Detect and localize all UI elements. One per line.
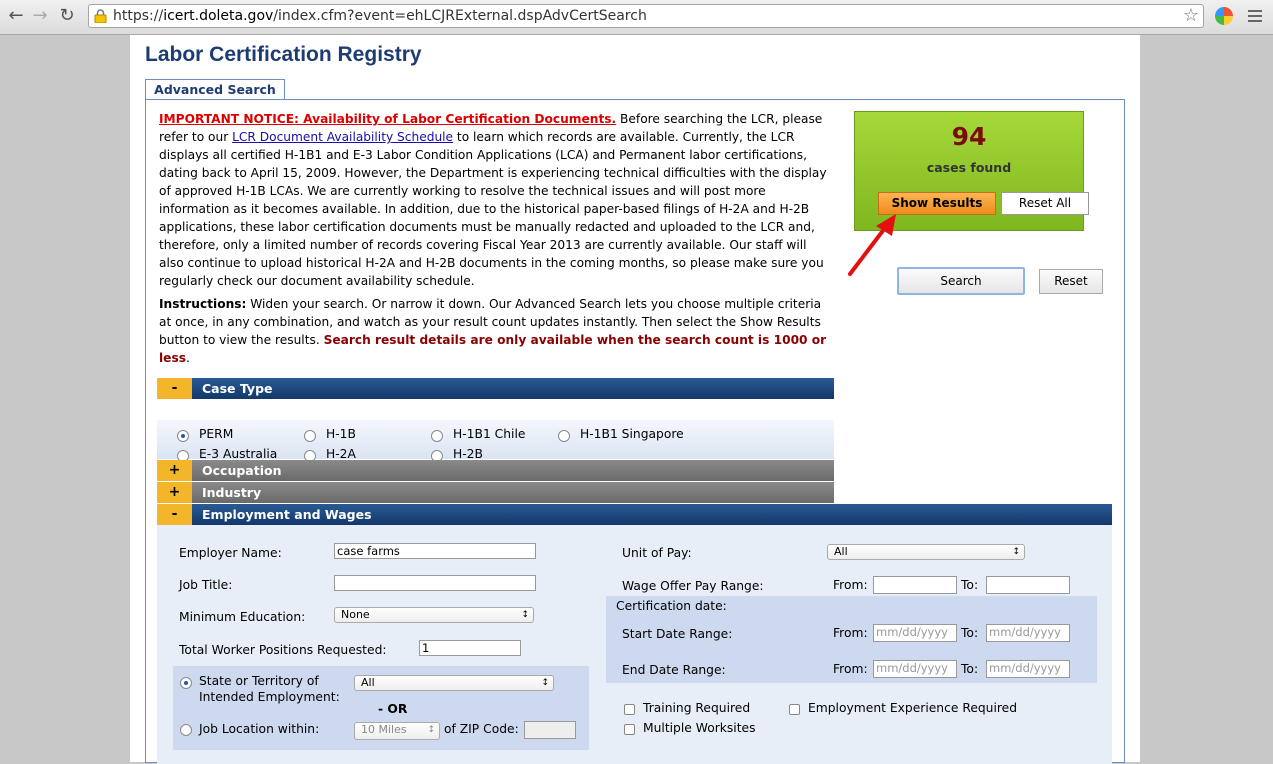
browser-toolbar: ← → ↻ https://icert.doleta.gov/index.cfm… [0, 0, 1273, 35]
employer-name-input[interactable]: case farms [334, 543, 536, 559]
radio-state-territory[interactable] [180, 677, 192, 689]
start-date-from-input[interactable]: mm/dd/yyyy [873, 624, 957, 642]
collapse-toggle[interactable]: - [157, 378, 192, 399]
address-bar[interactable]: https://icert.doleta.gov/index.cfm?event… [88, 4, 1204, 28]
job-title-label: Job Title: [179, 578, 233, 592]
min-education-label: Minimum Education: [179, 610, 306, 624]
availability-schedule-link[interactable]: LCR Document Availability Schedule [232, 130, 453, 144]
zip-code-input[interactable] [524, 721, 576, 739]
important-notice: IMPORTANT NOTICE: Availability of Labor … [159, 112, 827, 288]
browser-menu-icon[interactable] [1248, 10, 1262, 25]
red-arrow-annotation [848, 214, 896, 276]
section-case-type[interactable]: - Case Type [157, 378, 834, 399]
certification-date-box: Certification date: Start Date Range: Fr… [606, 596, 1097, 683]
wage-range-label: Wage Offer Pay Range: [622, 579, 764, 593]
unit-of-pay-label: Unit of Pay: [622, 546, 692, 560]
employment-wages-body: Employer Name: case farms Job Title: Min… [157, 525, 1112, 764]
employer-name-label: Employer Name: [179, 546, 282, 560]
total-workers-input[interactable]: 1 [419, 640, 521, 656]
state-select[interactable]: All [354, 675, 554, 691]
radio-perm[interactable] [177, 430, 189, 442]
start-date-to-input[interactable]: mm/dd/yyyy [986, 624, 1070, 642]
location-box: State or Territory of Intended Employmen… [173, 666, 589, 750]
wage-to-input[interactable] [986, 576, 1070, 594]
back-icon[interactable]: ← [6, 6, 26, 26]
page-content: Labor Certification Registry Advanced Se… [130, 35, 1140, 764]
training-required-checkbox[interactable] [624, 704, 635, 715]
multiple-worksites-checkbox[interactable] [624, 724, 635, 735]
search-button[interactable]: Search [897, 267, 1025, 295]
result-count-label: cases found [926, 160, 1012, 175]
radio-job-location[interactable] [180, 724, 192, 736]
lock-icon [94, 9, 107, 23]
end-date-from-input[interactable]: mm/dd/yyyy [873, 660, 957, 678]
extension-icon[interactable] [1215, 7, 1233, 25]
expand-toggle[interactable]: + [157, 460, 192, 481]
bookmark-star-icon[interactable]: ☆ [1183, 5, 1199, 26]
miles-select[interactable]: 10 Miles [354, 722, 440, 740]
radio-h1b1-chile[interactable] [431, 430, 443, 442]
total-workers-label: Total Worker Positions Requested: [179, 643, 387, 657]
notice-heading: IMPORTANT NOTICE: Availability of Labor … [159, 112, 617, 126]
instructions: Instructions: Widen your search. Or narr… [159, 297, 827, 365]
forward-icon[interactable]: → [30, 6, 50, 26]
expand-toggle[interactable]: + [157, 482, 192, 503]
reset-all-button[interactable]: Reset All [1001, 192, 1089, 215]
reload-icon[interactable]: ↻ [57, 6, 77, 26]
unit-of-pay-select[interactable]: All [827, 544, 1025, 560]
certification-date-label: Certification date: [616, 599, 727, 613]
result-count: 94 [951, 122, 987, 151]
section-industry[interactable]: + Industry [157, 482, 834, 503]
section-employment-wages[interactable]: - Employment and Wages [157, 504, 1112, 525]
employment-experience-checkbox[interactable] [789, 704, 800, 715]
min-education-select[interactable]: None [334, 607, 534, 623]
or-label: - OR [378, 702, 408, 716]
tab-advanced-search[interactable]: Advanced Search [145, 79, 285, 99]
radio-h1b[interactable] [304, 430, 316, 442]
collapse-toggle[interactable]: - [157, 504, 192, 525]
end-date-to-input[interactable]: mm/dd/yyyy [986, 660, 1070, 678]
radio-h1b1-singapore[interactable] [558, 430, 570, 442]
reset-button[interactable]: Reset [1039, 269, 1103, 294]
wage-from-input[interactable] [873, 576, 957, 594]
section-occupation[interactable]: + Occupation [157, 460, 834, 481]
url-text: https://icert.doleta.gov/index.cfm?event… [113, 8, 647, 24]
page-title: Labor Certification Registry [145, 43, 422, 66]
case-type-options: PERM H-1B H-1B1 Chile H-1B1 Singapore E-… [157, 420, 834, 462]
job-title-input[interactable] [334, 575, 536, 591]
search-panel: IMPORTANT NOTICE: Availability of Labor … [145, 99, 1125, 764]
